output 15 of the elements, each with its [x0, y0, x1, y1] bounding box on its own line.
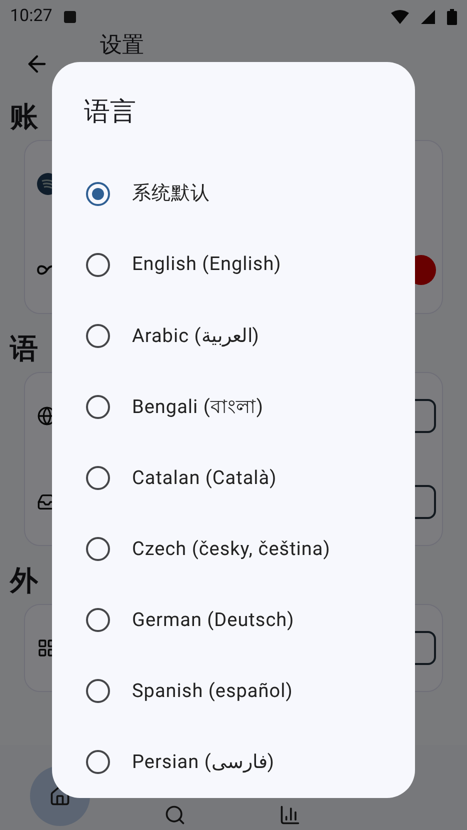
status-time: 10:27	[10, 5, 52, 28]
page-title: 设置	[100, 35, 144, 57]
section-heading: 语	[10, 331, 38, 367]
language-option[interactable]: Persian (فارسی)	[132, 748, 274, 777]
section-heading: 账	[10, 99, 38, 135]
language-option[interactable]: Arabic (العربية)	[132, 322, 260, 350]
dialog-title: 语言	[84, 96, 136, 129]
language-option[interactable]: Catalan (Català)	[132, 464, 277, 492]
section-heading: 外	[10, 563, 38, 599]
language-option[interactable]: German (Deutsch)	[132, 606, 294, 634]
language-option[interactable]: English (English)	[132, 250, 282, 279]
language-option[interactable]: Spanish (español)	[132, 677, 293, 706]
language-option[interactable]: Bengali (বাংলা)	[132, 392, 264, 422]
language-option[interactable]: 系统默认	[132, 179, 210, 208]
language-option[interactable]: Czech (česky, čeština)	[132, 534, 330, 564]
